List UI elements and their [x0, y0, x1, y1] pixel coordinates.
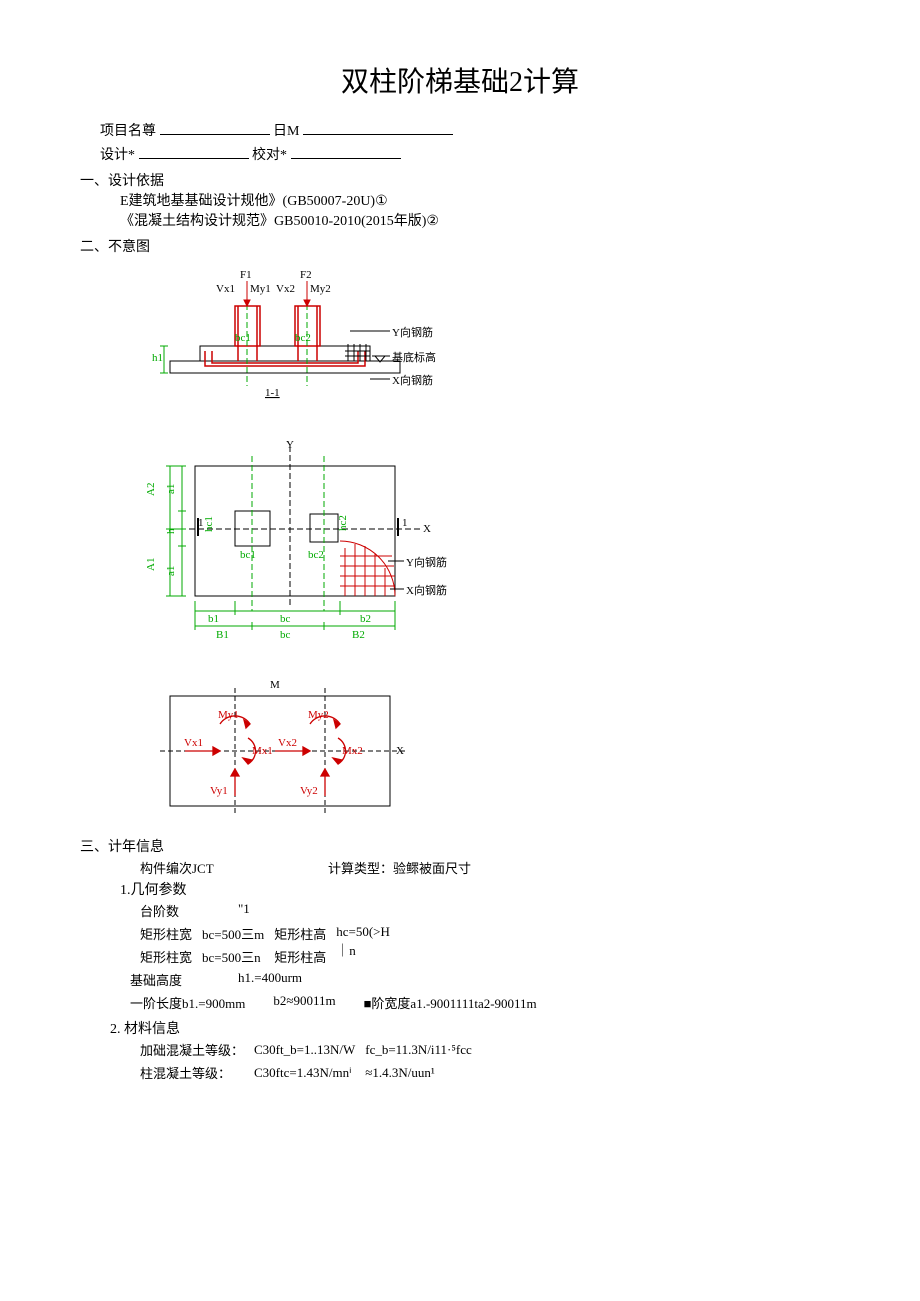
design-blank — [139, 144, 249, 159]
label-y-rebar: Y向钢筋 — [392, 325, 433, 339]
label-vx1: Vx1 — [184, 737, 203, 749]
section-1: 一、设计依据 E建筑地基基础设计规他》(GB50007-20U)① 《混凝土结构… — [80, 170, 840, 230]
calc-type-label: 计算类型： — [328, 861, 393, 876]
label-bc: bc — [280, 613, 291, 625]
label-x-axis: X — [423, 523, 431, 535]
label-b1: b1 — [208, 613, 219, 625]
designer-line: 设计* 校对* — [100, 144, 840, 164]
label-vx1t: Vx1 — [216, 283, 235, 295]
section-2-heading: 二、不意图 — [80, 236, 840, 256]
steps-value: "1 — [238, 899, 250, 922]
label-bc2b: bc — [280, 629, 291, 641]
design-label: 设计* — [100, 148, 135, 163]
calc-type: 计算类型：验鳏被面尺寸 — [328, 856, 471, 879]
label-big-b2: B2 — [352, 629, 365, 641]
label-vy1: Vy1 — [210, 785, 228, 797]
label-a1t: a1 — [165, 484, 177, 494]
label-hc1: hc1 — [203, 516, 215, 532]
material-table: 加础混凝土等级： C30ft_b=1..13N/W fc_b=11.3N/i11… — [140, 1038, 482, 1084]
step-width: ■阶宽度a1.-9001111ta2-90011m — [364, 991, 537, 1014]
label-big-b1: B1 — [216, 629, 229, 641]
basis-line-2: 《混凝土结构设计规范》GB50010-2010(2015年版)② — [120, 210, 840, 230]
label-vy2: Vy2 — [300, 785, 318, 797]
label-my2b: My2 — [308, 709, 329, 721]
check-label: 校对* — [252, 148, 287, 163]
rect-w-label-1: 矩形柱宽 — [140, 922, 202, 945]
page-title: 双柱阶梯基础2计算 — [80, 60, 840, 100]
label-vx2t: Vx2 — [276, 283, 295, 295]
label-a1: A1 — [145, 558, 157, 571]
label-xb: X — [396, 745, 404, 757]
label-bc1-p: bc1 — [240, 549, 256, 561]
diagram-forces: M My1 My2 Mx1 Mx2 Vx1 Vx2 Vy1 Vy2 X — [140, 676, 840, 826]
found-conc-v1: C30ft_b=1..13N/W — [254, 1038, 365, 1061]
diagram-plan: Y X 1 1 A2 A1 a1 a1 h hc1 hc2 bc1 bc2 b1… — [140, 436, 840, 656]
label-base-elev: 基底标高 — [392, 350, 436, 364]
col-conc-v2: ≈1.4.3N/uun¹ — [365, 1061, 482, 1084]
material-heading: 2. 材料信息 — [110, 1018, 840, 1038]
label-f1: F1 — [240, 269, 252, 281]
geom-table: 矩形柱宽 bc=500三m 矩形柱高 hc=50(>H ｜n 矩形柱宽 bc=5… — [140, 922, 400, 968]
label-vx2: Vx2 — [278, 737, 297, 749]
geom-heading: 1.几何参数 — [120, 879, 840, 899]
found-conc-v2: fc_b=11.3N/i11·⁵fcc — [365, 1038, 482, 1061]
rect-w-label-2: 矩形柱宽 — [140, 945, 202, 968]
label-bc1: bc1 — [235, 332, 251, 344]
label-a2: A2 — [145, 483, 157, 496]
calc-type-value: 验鳏被面尺寸 — [393, 861, 471, 876]
basis-line-1: E建筑地基基础设计规他》(GB50007-20U)① — [120, 190, 840, 210]
label-my2: My2 — [310, 283, 331, 295]
label-h: h — [165, 528, 177, 534]
label-hc2: hc2 — [337, 515, 349, 531]
project-blank — [160, 120, 270, 135]
bc-value-2: bc=500三n — [202, 945, 274, 968]
label-h1: h1 — [152, 352, 163, 364]
label-a1b: a1 — [165, 566, 177, 576]
rect-h-label-1: 矩形柱高 — [274, 922, 336, 945]
rect-h-label-2: 矩形柱高 — [274, 945, 336, 968]
found-conc-label: 加础混凝土等级： — [140, 1038, 254, 1061]
label-x-rebar: X向钢筋 — [392, 373, 433, 387]
hc-suffix: ｜n — [336, 943, 356, 958]
label-one-r: 1 — [402, 517, 408, 529]
base-h-value: h1.=400urm — [238, 968, 302, 991]
label-my1: My1 — [250, 283, 271, 295]
label-section-11: 1-1 — [265, 387, 280, 399]
section-1-heading: 一、设计依据 — [80, 170, 840, 190]
hc-value-1: hc=50(>H — [336, 924, 390, 939]
section-2: 二、不意图 — [80, 236, 840, 826]
label-f2: F2 — [300, 269, 312, 281]
bc-value-1: bc=500三m — [202, 922, 274, 945]
project-label: 项目名尊 — [100, 124, 156, 139]
section-3: 三、计年信息 构件编次JCT 计算类型：验鳏被面尺寸 1.几何参数 台阶数 "1… — [80, 836, 840, 1084]
label-my1b: My1 — [218, 709, 239, 721]
label-bc2-p: bc2 — [308, 549, 324, 561]
section-3-heading: 三、计年信息 — [80, 836, 840, 856]
col-conc-label: 柱混凝土等级： — [140, 1061, 254, 1084]
label-x-rebar2: X向钢筋 — [406, 583, 447, 597]
date-blank — [303, 120, 453, 135]
label-y-rebar2: Y向钢筋 — [406, 555, 447, 569]
label-bc2: bc2 — [295, 332, 311, 344]
date-label: 日M — [273, 124, 299, 139]
label-mx1: Mx1 — [252, 745, 273, 757]
b2-value: b2≈90011m — [273, 991, 335, 1014]
step-len-label: 一阶长度b1.=900mm — [130, 991, 245, 1014]
label-b2: b2 — [360, 613, 371, 625]
col-conc-v1: C30ftc=1.43N/mnⁱ — [254, 1061, 365, 1084]
label-y-axis: Y — [286, 439, 294, 451]
diagram-section: F1 F2 Vx1 My1 Vx2 My2 bc1 bc2 h1 Y向钢筋 基底… — [140, 266, 840, 426]
check-blank — [291, 144, 401, 159]
component-id: 构件编次JCT — [140, 856, 300, 879]
project-line: 项目名尊 日M — [100, 120, 840, 140]
label-mx2: Mx2 — [342, 745, 363, 757]
base-h-label: 基础高度 — [130, 968, 210, 991]
steps-label: 台阶数 — [140, 899, 210, 922]
label-m: M — [270, 679, 280, 691]
